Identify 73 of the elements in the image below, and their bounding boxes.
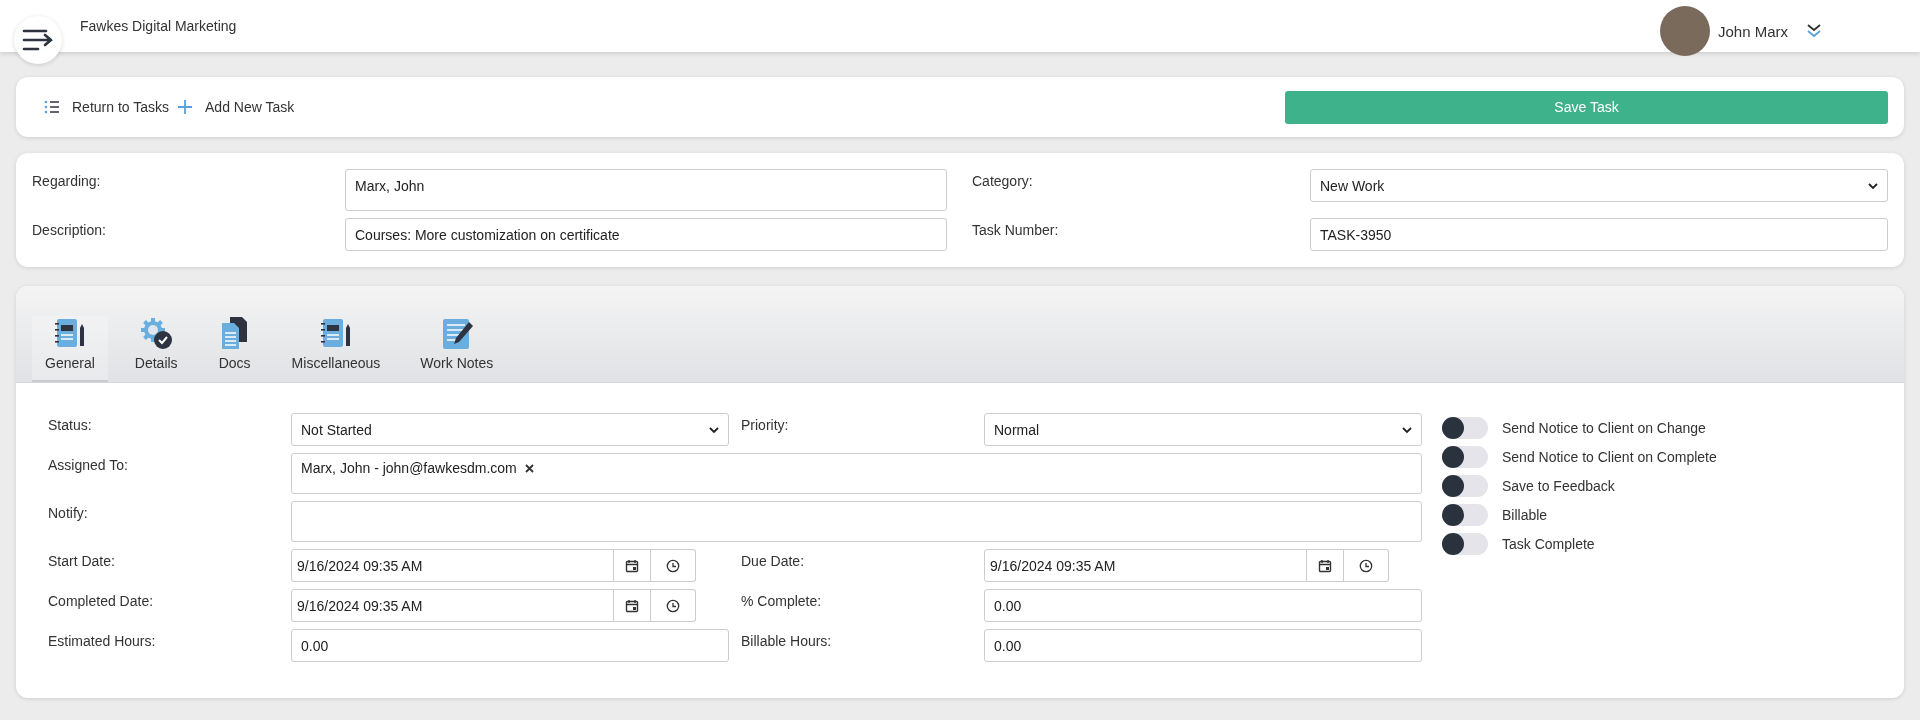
status-select[interactable]: Not Started (291, 413, 729, 446)
avatar[interactable] (1659, 6, 1710, 56)
number-field[interactable]: 0.00 (291, 629, 729, 662)
tab[interactable]: General (32, 316, 108, 382)
toggle-switch[interactable] (1442, 475, 1488, 497)
plus-icon (177, 99, 193, 115)
field-label: Priority: (741, 416, 790, 435)
gear-check-icon (139, 316, 174, 350)
description-field[interactable]: Courses: More customization on certificate (345, 218, 947, 251)
notebook-icon (52, 316, 87, 350)
user-name[interactable]: John Marx (1717, 22, 1788, 40)
double-chevron-icon[interactable] (1806, 23, 1822, 39)
field-label: Billable Hours: (741, 632, 833, 651)
toggle-label: Billable (1502, 507, 1548, 523)
field-label: Start Date: (48, 552, 116, 571)
assignee-tag: Marx, John - john@fawkesdm.com (301, 460, 534, 476)
tab[interactable]: Details (121, 316, 191, 382)
tab[interactable]: Miscellaneous (278, 316, 394, 382)
task-number-field[interactable]: TASK-3950 (1310, 218, 1888, 251)
menu-icon (22, 29, 54, 51)
field-label: Regarding: (32, 172, 102, 189)
field-label: Notify: (48, 504, 89, 523)
field-label: Completed Date: (48, 592, 155, 611)
tab[interactable]: Work Notes (407, 316, 507, 382)
list-icon (44, 100, 60, 114)
field-label: Due Date: (741, 552, 806, 571)
priority-select[interactable]: Normal (984, 413, 1422, 446)
field-label: Estimated Hours: (48, 632, 157, 651)
time-button[interactable] (1344, 549, 1389, 582)
calendar-button[interactable] (1307, 549, 1344, 582)
time-button[interactable] (651, 589, 696, 622)
toggle-label: Send Notice to Client on Change (1502, 420, 1706, 436)
clock-icon (666, 598, 680, 613)
date-time-field[interactable]: 9/16/2024 09:35 AM (291, 549, 614, 582)
toggle-switch[interactable] (1442, 504, 1488, 526)
chevron-down-icon (1402, 425, 1412, 434)
calendar-button[interactable] (614, 589, 651, 622)
toggle-switch[interactable] (1442, 417, 1488, 439)
field-label: Description: (32, 221, 107, 238)
chevron-down-icon (709, 425, 719, 434)
number-field[interactable]: 0.00 (984, 629, 1422, 662)
clock-icon (1359, 558, 1373, 573)
clock-icon (666, 558, 680, 573)
remove-icon[interactable] (524, 463, 534, 473)
toggle-label: Send Notice to Client on Complete (1502, 449, 1717, 465)
field-label: Task Number: (972, 221, 1060, 238)
field-label: % Complete: (741, 592, 823, 611)
toolbar-link[interactable]: Add New Task (177, 99, 295, 115)
tab[interactable]: Docs (204, 316, 265, 382)
category-select[interactable]: New Work (1310, 169, 1888, 202)
number-field[interactable]: 0.00 (984, 589, 1422, 622)
time-button[interactable] (651, 549, 696, 582)
calendar-button[interactable] (614, 549, 651, 582)
notebook-icon (318, 316, 353, 350)
field-label: Assigned To: (48, 456, 129, 475)
toggle-switch[interactable] (1442, 446, 1488, 468)
toggle-label: Task Complete (1502, 536, 1595, 552)
calendar-icon (625, 598, 639, 613)
date-time-field[interactable]: 9/16/2024 09:35 AM (984, 549, 1307, 582)
assigned-to-field[interactable]: Marx, John - john@fawkesdm.com (291, 453, 1422, 494)
calendar-icon (1318, 558, 1332, 573)
chevron-down-icon (1868, 181, 1878, 190)
field-label: Category: (972, 172, 1034, 189)
calendar-icon (625, 558, 639, 573)
toolbar-link[interactable]: Return to Tasks (44, 99, 169, 115)
menu-button[interactable] (14, 16, 62, 64)
toggle-label: Save to Feedback (1502, 478, 1615, 494)
company-name: Fawkes Digital Marketing (80, 18, 237, 34)
date-time-field[interactable]: 9/16/2024 09:35 AM (291, 589, 614, 622)
toggle-switch[interactable] (1442, 533, 1488, 555)
notify-field[interactable] (291, 501, 1422, 542)
regarding-field[interactable]: Marx, John (345, 169, 947, 211)
field-label: Status: (48, 416, 93, 435)
